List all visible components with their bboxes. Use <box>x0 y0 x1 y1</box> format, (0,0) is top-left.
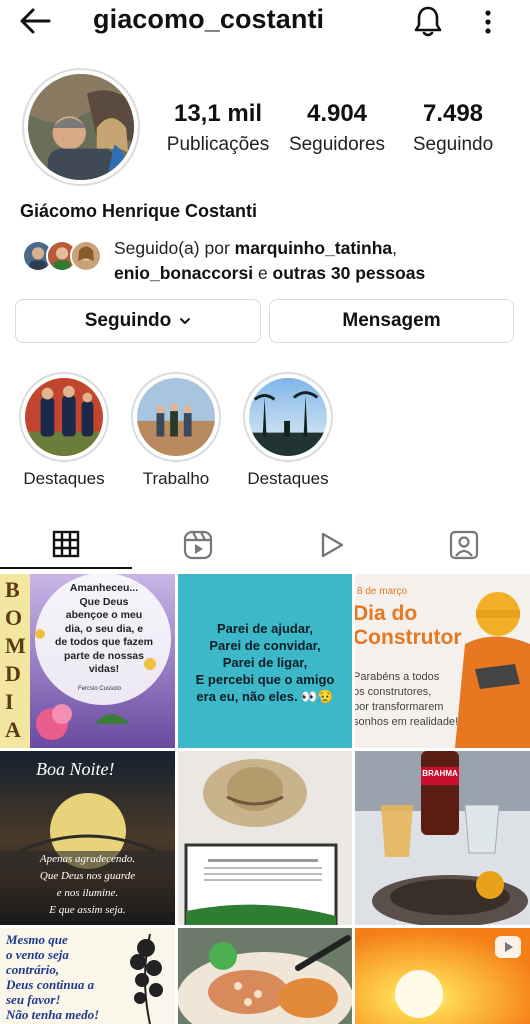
avatar <box>70 240 102 272</box>
highlight-item[interactable]: Destaques <box>19 372 109 489</box>
tab-grid[interactable] <box>0 520 132 569</box>
mutual-comma: , <box>392 238 398 258</box>
following-label: Seguindo <box>412 134 494 155</box>
post-thumbnail[interactable]: 8 de março Dia do Construtor Parabéns a t… <box>355 574 530 748</box>
mutual-followers-text[interactable]: Seguido(a) por marquinho_tatinha, enio_bo… <box>114 236 524 286</box>
video-play-icon <box>321 532 344 557</box>
more-vertical-icon[interactable] <box>476 8 500 36</box>
posts-grid: BOM DIA Amanheceu... Que Deus abençoe o me… <box>0 574 530 1024</box>
highlight-item[interactable]: Destaques <box>243 372 333 489</box>
post-thumbnail[interactable] <box>178 928 352 1024</box>
post-text: Mesmo que o vento seja contrário, Deus cont… <box>6 932 100 1022</box>
post-text-side: BOM DIA <box>5 577 26 742</box>
stat-following[interactable]: 7.498 Seguindo <box>406 100 500 156</box>
highlight-cover <box>137 378 215 456</box>
grid-icon <box>52 530 80 557</box>
post-thumbnail[interactable]: Boa Noite! Apenas agradecendo. Que Deus n… <box>0 751 175 925</box>
post-thumbnail[interactable]: Parei de ajudar, Parei de convidar, Parei … <box>178 574 352 748</box>
post-brand: BRAHMA <box>422 769 458 778</box>
message-button[interactable]: Mensagem <box>269 299 514 343</box>
post-title: Dia do Construtor <box>355 602 462 649</box>
mutual-user-1[interactable]: marquinho_tatinha <box>235 238 393 258</box>
post-thumbnail[interactable] <box>178 751 352 925</box>
highlight-label: Destaques <box>247 469 329 488</box>
highlight-label: Destaques <box>23 469 105 488</box>
highlight-cover <box>249 378 327 456</box>
profile-tabs <box>0 520 530 569</box>
post-title: Boa Noite! <box>36 759 115 779</box>
mutual-prefix: Seguido(a) por <box>114 238 235 258</box>
post-caption-top: 8 de março <box>357 586 408 597</box>
top-bar: giacomo_costanti <box>0 0 530 44</box>
reels-icon <box>183 530 213 559</box>
chevron-down-icon <box>180 318 191 324</box>
message-button-label: Mensagem <box>342 310 441 331</box>
highlight-label: Trabalho <box>142 469 210 488</box>
highlight-item[interactable]: Trabalho <box>131 372 221 489</box>
arrow-left-icon[interactable] <box>18 6 52 36</box>
profile-username: giacomo_costanti <box>93 4 325 34</box>
following-button-label: Seguindo <box>84 310 172 331</box>
tab-tagged[interactable] <box>398 520 530 569</box>
post-text: Apenas agradecendo. Que Deus nos guarde e … <box>39 853 136 916</box>
bell-icon[interactable] <box>412 4 444 38</box>
following-button[interactable]: Seguindo <box>15 299 261 343</box>
post-thumbnail[interactable]: Mesmo que o vento seja contrário, Deus cont… <box>0 928 175 1024</box>
profile-avatar[interactable] <box>22 68 140 186</box>
following-count: 7.498 <box>422 100 484 127</box>
tagged-icon <box>449 530 479 559</box>
highlight-cover <box>25 378 103 456</box>
followers-label: Seguidores <box>288 134 386 155</box>
tab-reels[interactable] <box>132 520 264 569</box>
posts-label: Publicações <box>166 134 270 155</box>
stat-followers[interactable]: 4.904 Seguidores <box>284 100 390 156</box>
post-text: Parabéns a todos os construtores, por tran… <box>355 671 459 728</box>
post-text: Parei de ajudar, Parei de convidar, Parei … <box>195 621 335 704</box>
post-thumbnail[interactable]: BRAHMA <box>355 751 530 925</box>
post-thumbnail[interactable] <box>355 928 530 1024</box>
tab-videos[interactable] <box>265 520 397 569</box>
profile-full-name: Giácomo Henrique Costanti <box>20 201 258 221</box>
post-text: Amanheceu... Que Deus abençoe o meu dia, o … <box>54 582 153 675</box>
post-author: Fercsio Cussolo <box>78 686 122 692</box>
mutual-user-2[interactable]: enio_bonaccorsi <box>114 263 253 283</box>
followers-count: 4.904 <box>306 100 368 127</box>
stat-posts[interactable]: 13,1 mil Publicações <box>162 100 274 156</box>
post-thumbnail[interactable]: BOM DIA Amanheceu... Que Deus abençoe o me… <box>0 574 175 748</box>
mutual-middle: e <box>253 263 273 283</box>
posts-count: 13,1 mil <box>173 100 263 127</box>
mutual-followers-avatars[interactable] <box>22 240 104 274</box>
mutual-others[interactable]: outras 30 pessoas <box>273 263 426 283</box>
